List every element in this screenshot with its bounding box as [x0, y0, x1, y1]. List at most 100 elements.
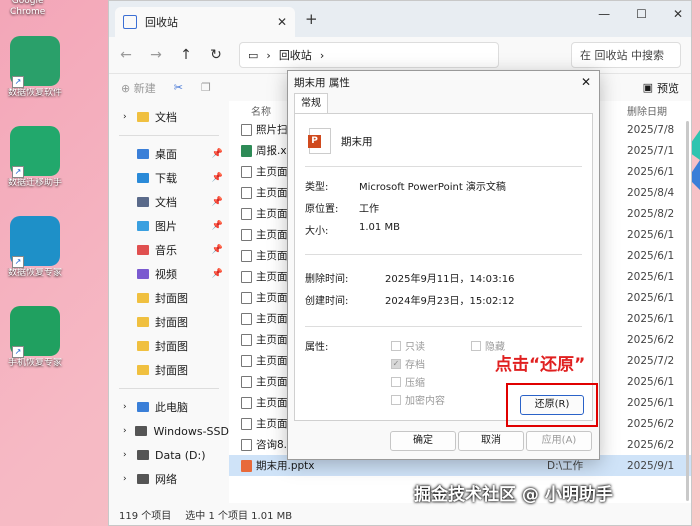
folder-icon: [135, 426, 148, 436]
sidebar-item-label: 视频: [155, 268, 177, 281]
ok-button[interactable]: 确定: [390, 431, 456, 451]
computer-icon: ▭: [248, 48, 259, 62]
deleted-date: 2025/7/1: [627, 144, 675, 157]
sidebar-item[interactable]: › 文档: [109, 105, 229, 129]
sidebar-item[interactable]: 桌面 📌: [109, 142, 229, 166]
expand-chevron-icon[interactable]: ›: [123, 402, 131, 412]
file-icon: [241, 186, 252, 199]
dialog-title: 期末用 属性: [294, 76, 350, 89]
address-text: 回收站: [278, 49, 312, 62]
field-label: 原位置:: [305, 204, 339, 215]
properties-dialog: 期末用 属性 ✕ 常规 P 期末用 类型: Microsoft PowerPoin…: [287, 70, 600, 460]
copy-icon[interactable]: ❐: [201, 81, 211, 94]
column-name[interactable]: 名称: [251, 103, 271, 118]
expand-chevron-icon[interactable]: ›: [123, 426, 129, 436]
sidebar-item[interactable]: 图片 📌: [109, 214, 229, 238]
sidebar-item[interactable]: 下载 📌: [109, 166, 229, 190]
deleted-date: 2025/7/8: [627, 123, 675, 136]
expand-chevron-icon[interactable]: ›: [123, 112, 131, 122]
desktop-shortcut-label: 数据恢复软件: [7, 88, 62, 98]
encrypt-checkbox[interactable]: 加密内容: [391, 392, 445, 407]
folder-icon: [137, 245, 149, 255]
sidebar-item[interactable]: 视频 📌: [109, 262, 229, 286]
scrollbar[interactable]: [686, 121, 689, 501]
tab-general[interactable]: 常规: [294, 93, 328, 113]
sidebar-item[interactable]: 封面图: [109, 286, 229, 310]
sidebar-item-label: 封面图: [155, 316, 188, 329]
desktop-shortcut[interactable]: ↗ 数据迁移助手: [4, 126, 66, 189]
sidebar-item[interactable]: › Windows-SSD: [109, 419, 229, 443]
close-tab-icon[interactable]: ✕: [277, 15, 287, 29]
file-icon: [241, 333, 252, 346]
sidebar-item-label: 封面图: [155, 340, 188, 353]
new-button[interactable]: ⊕ 新建: [121, 80, 156, 96]
file-icon: [241, 354, 252, 367]
cancel-button[interactable]: 取消: [458, 431, 524, 451]
sidebar-item[interactable]: › Data (D:): [109, 443, 229, 467]
maximize-icon[interactable]: ☐: [636, 7, 647, 21]
deleted-date: 2025/9/1: [627, 459, 675, 472]
desktop-shortcut[interactable]: ↗ 手机恢复专家: [4, 306, 66, 369]
sidebar-item-label: 图片: [155, 220, 177, 233]
field-value: 1.01 MB: [359, 222, 400, 233]
folder-icon: [137, 450, 149, 460]
desktop-shortcut[interactable]: ↗ 数据恢复软件: [4, 36, 66, 99]
sidebar-item[interactable]: 音乐 📌: [109, 238, 229, 262]
compress-checkbox[interactable]: 压缩: [391, 374, 425, 389]
cut-icon[interactable]: ✂: [174, 81, 183, 94]
apply-button[interactable]: 应用(A): [526, 431, 592, 451]
desktop-shortcut[interactable]: ↗ 数据恢复专家: [4, 216, 66, 279]
preview-button[interactable]: ▣ 预览: [643, 80, 679, 96]
sidebar-item-label: 下载: [155, 172, 177, 185]
field-value: Microsoft PowerPoint 演示文稿: [359, 182, 506, 193]
pptx-file-icon: P: [308, 128, 331, 154]
restore-button[interactable]: 还原(R): [520, 395, 584, 415]
tab-recycle-bin[interactable]: 回收站 ✕: [115, 7, 295, 37]
sidebar-item-label: 桌面: [155, 148, 177, 161]
folder-icon: [137, 269, 149, 279]
file-icon: [241, 207, 252, 220]
minimize-icon[interactable]: —: [598, 7, 610, 21]
sidebar-item[interactable]: 文档 📌: [109, 190, 229, 214]
close-dialog-icon[interactable]: ✕: [581, 75, 591, 89]
item-count: 119 个项目: [119, 510, 172, 522]
sidebar-item-label: 封面图: [155, 292, 188, 305]
folder-icon: [137, 402, 149, 412]
new-tab-icon[interactable]: +: [305, 10, 318, 28]
deleted-date: 2025/6/1: [627, 249, 675, 262]
shortcut-arrow-icon: ↗: [12, 76, 24, 88]
archive-checkbox[interactable]: ✓ 存档: [391, 356, 425, 371]
sidebar-item[interactable]: 封面图: [109, 334, 229, 358]
address-field[interactable]: ▭ › 回收站 ›: [239, 42, 499, 68]
sidebar-item[interactable]: › 网络: [109, 467, 229, 491]
time-label: 创建时间:: [305, 296, 349, 307]
sidebar-item-label: 音乐: [155, 244, 177, 257]
close-window-icon[interactable]: ✕: [673, 7, 683, 21]
expand-chevron-icon[interactable]: ›: [123, 450, 131, 460]
sidebar-item[interactable]: › 此电脑: [109, 395, 229, 419]
file-icon: [241, 375, 252, 388]
time-value: 2025年9月11日，14:03:16: [385, 274, 515, 285]
dialog-footer: 确定 取消 应用(A): [288, 421, 599, 459]
app-icon: ↗: [10, 36, 60, 88]
file-icon: [241, 270, 252, 283]
sidebar-item-label: 文档: [155, 196, 177, 209]
sidebar-item[interactable]: 封面图: [109, 310, 229, 334]
attributes-label: 属性:: [305, 342, 329, 353]
column-deleted[interactable]: 删除日期: [627, 103, 667, 118]
expand-chevron-icon[interactable]: ›: [123, 474, 131, 484]
search-input[interactable]: 在 回收站 中搜索: [571, 42, 681, 68]
shortcut-arrow-icon: ↗: [12, 346, 24, 358]
preview-icon: ▣: [642, 81, 653, 94]
readonly-checkbox[interactable]: 只读: [391, 338, 425, 353]
sidebar-item[interactable]: 封面图: [109, 358, 229, 382]
file-icon: [241, 228, 252, 241]
deleted-date: 2025/6/1: [627, 312, 675, 325]
refresh-icon[interactable]: ↻: [209, 47, 223, 63]
up-icon[interactable]: ↑: [179, 47, 193, 63]
forward-icon[interactable]: →: [149, 47, 163, 63]
back-icon[interactable]: ←: [119, 47, 133, 63]
folder-icon: [137, 341, 149, 351]
file-icon: [241, 249, 252, 262]
file-icon: [241, 165, 252, 178]
